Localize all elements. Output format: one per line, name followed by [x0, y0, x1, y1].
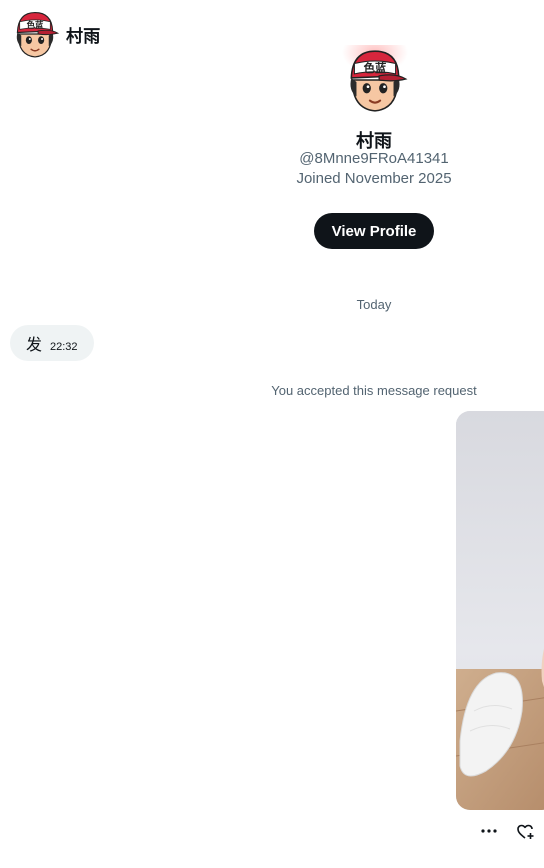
conversation-header: 色蓝 村雨	[0, 0, 544, 62]
message-text: 发	[26, 337, 43, 354]
add-reaction-button[interactable]	[514, 821, 538, 843]
header-name: 村雨	[66, 27, 101, 46]
message-request-accepted-note: You accepted this message request	[271, 383, 477, 398]
message-bubble[interactable]: 发 22:32	[10, 325, 94, 361]
svg-text:色蓝: 色蓝	[364, 61, 387, 75]
date-divider: Today	[356, 297, 392, 312]
view-profile-button[interactable]: View Profile	[314, 213, 434, 249]
profile-joined-date: Joined November 2025	[296, 170, 452, 187]
heart-plus-icon	[517, 824, 534, 839]
cartoon-avatar-icon: 色蓝	[16, 12, 60, 58]
cartoon-avatar-icon: 色蓝	[342, 45, 408, 112]
more-options-button[interactable]	[478, 822, 500, 840]
media-attachment-image[interactable]	[456, 411, 544, 810]
message-timestamp: 22:32	[50, 341, 78, 353]
photo-placeholder	[456, 411, 544, 810]
profile-handle: @8Mnne9FRoA41341	[299, 150, 449, 167]
svg-text:色蓝: 色蓝	[27, 20, 44, 30]
header-avatar[interactable]: 色蓝	[10, 8, 60, 60]
more-horizontal-icon	[481, 829, 497, 833]
profile-avatar[interactable]: 色蓝	[342, 45, 408, 115]
media-actions	[470, 818, 544, 846]
